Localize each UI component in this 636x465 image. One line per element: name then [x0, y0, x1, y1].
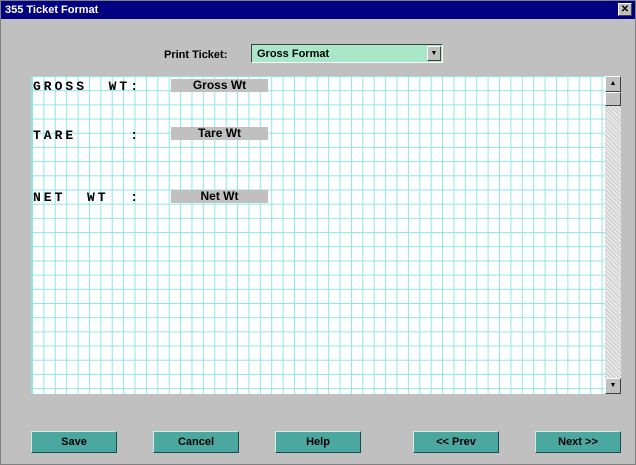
print-ticket-value: Gross Format — [257, 48, 330, 60]
net-wt-field[interactable]: Net Wt — [171, 190, 268, 203]
close-icon[interactable]: ✕ — [618, 3, 632, 16]
tare-wt-field[interactable]: Tare Wt — [171, 127, 268, 140]
chevron-down-icon[interactable]: ▼ — [427, 46, 441, 61]
vertical-scrollbar[interactable]: ▲ ▼ — [605, 76, 621, 394]
cancel-button[interactable]: Cancel — [153, 431, 239, 453]
next-button[interactable]: Next >> — [535, 431, 621, 453]
tare-label: TARE : — [33, 128, 142, 143]
save-button[interactable]: Save — [31, 431, 117, 453]
help-button[interactable]: Help — [275, 431, 361, 453]
gross-wt-label: GROSS WT: — [33, 79, 142, 94]
print-ticket-select[interactable]: Gross Format ▼ — [251, 44, 443, 63]
ticket-layout-grid[interactable]: GROSS WT: Gross Wt TARE : Tare Wt NET WT… — [31, 76, 605, 394]
prev-button[interactable]: << Prev — [413, 431, 499, 453]
title-bar: 355 Ticket Format ✕ — [1, 1, 635, 19]
window-title: 355 Ticket Format — [5, 4, 99, 16]
print-ticket-label: Print Ticket: — [164, 49, 228, 61]
scroll-down-icon[interactable]: ▼ — [605, 378, 621, 394]
net-wt-label: NET WT : — [33, 190, 142, 205]
gross-wt-field[interactable]: Gross Wt — [171, 79, 268, 92]
ticket-format-window: 355 Ticket Format ✕ Print Ticket: Gross … — [0, 0, 636, 465]
scroll-up-icon[interactable]: ▲ — [605, 76, 621, 92]
scroll-thumb[interactable] — [605, 92, 621, 106]
